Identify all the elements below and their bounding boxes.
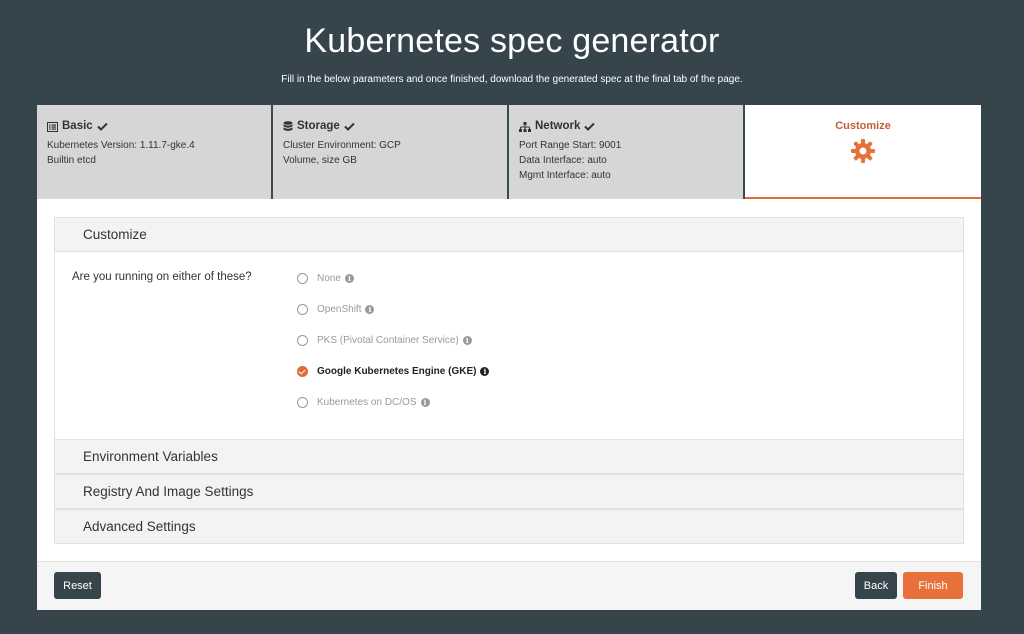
radio-label: PKS (Pivotal Container Service) [317,335,459,346]
registry-header[interactable]: Registry And Image Settings [55,475,963,508]
step-network-label: Network [535,120,581,132]
step-customize[interactable]: Customize [745,105,981,199]
step-customize-label: Customize [835,120,891,132]
info-icon[interactable]: i [420,398,430,407]
check-icon [344,122,355,131]
step-storage-label: Storage [297,120,340,132]
step-network[interactable]: Network Port Range Start: 9001 Data Inte… [509,105,745,199]
gear-icon [851,139,875,163]
customize-panel-body: Are you running on either of these? None… [55,251,963,439]
step-basic-line: Kubernetes Version: 1.11.7-gke.4 [47,140,195,151]
radio-button[interactable] [297,273,308,284]
radio-label: OpenShift [317,304,362,315]
step-storage-line: Volume, size GB [283,155,357,166]
radio-label: Google Kubernetes Engine (GKE) [317,366,477,377]
check-icon [96,122,108,131]
env-variables-panel[interactable]: Environment Variables [54,439,964,474]
radio-option-none[interactable]: None i [297,263,489,294]
customize-panel: Customize Are you running on either of t… [54,217,964,440]
radio-button[interactable] [297,304,308,315]
env-variables-header[interactable]: Environment Variables [55,440,963,473]
step-network-line: Data Interface: auto [519,155,607,166]
radio-option-dcos[interactable]: Kubernetes on DC/OS i [297,387,489,418]
page-subtitle: Fill in the below parameters and once fi… [281,74,743,85]
radio-option-gke[interactable]: Google Kubernetes Engine (GKE) i [297,356,490,387]
wizard-footer: Reset Back Finish [37,561,981,610]
radio-button-checked[interactable] [297,366,308,377]
sitemap-icon [519,121,531,132]
database-icon [283,121,293,131]
list-icon [47,121,58,132]
wizard-card: Basic Kubernetes Version: 1.11.7-gke.4 B… [37,105,981,610]
step-basic-line: Builtin etcd [47,155,96,166]
info-icon[interactable]: i [462,336,472,345]
wizard-steps: Basic Kubernetes Version: 1.11.7-gke.4 B… [37,105,981,199]
check-icon [584,122,596,131]
info-icon[interactable]: i [344,274,354,283]
step-basic-label: Basic [62,120,93,132]
info-icon[interactable]: i [365,305,375,314]
step-basic[interactable]: Basic Kubernetes Version: 1.11.7-gke.4 B… [37,105,273,199]
registry-panel[interactable]: Registry And Image Settings [54,474,964,509]
info-icon[interactable]: i [480,367,490,376]
step-network-line: Port Range Start: 9001 [519,140,622,151]
radio-option-pks[interactable]: PKS (Pivotal Container Service) i [297,325,489,356]
advanced-panel[interactable]: Advanced Settings [54,509,964,544]
platform-question: Are you running on either of these? [72,271,252,283]
radio-button[interactable] [297,335,308,346]
radio-label: None [317,273,341,284]
platform-options: None i OpenShift i PKS (Pivotal Containe… [297,271,490,426]
step-storage[interactable]: Storage Cluster Environment: GCP Volume,… [273,105,509,199]
radio-option-openshift[interactable]: OpenShift i [297,294,489,325]
advanced-header[interactable]: Advanced Settings [55,510,963,543]
customize-panel-header[interactable]: Customize [55,218,963,251]
step-network-line: Mgmt Interface: auto [519,170,611,181]
radio-label: Kubernetes on DC/OS [317,397,417,408]
finish-button[interactable]: Finish [903,572,963,599]
page-title: Kubernetes spec generator [304,22,720,60]
reset-button[interactable]: Reset [54,572,101,599]
back-button[interactable]: Back [855,572,897,599]
step-storage-line: Cluster Environment: GCP [283,140,401,151]
radio-button[interactable] [297,397,308,408]
